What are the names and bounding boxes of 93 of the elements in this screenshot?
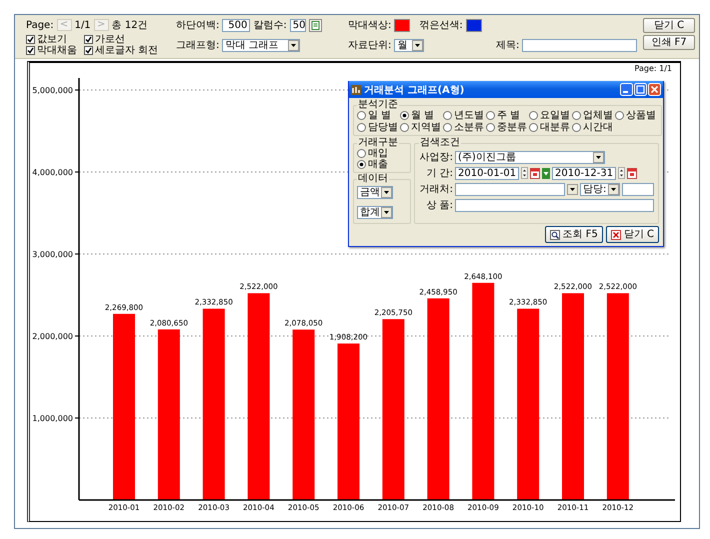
column-count-field[interactable]: 50 bbox=[290, 18, 306, 32]
title-field[interactable] bbox=[522, 38, 637, 52]
maximize-icon[interactable] bbox=[634, 83, 647, 96]
group-legend: 검색조건 bbox=[419, 138, 461, 148]
bottom-margin-field[interactable]: 500 bbox=[222, 18, 250, 32]
field-label: 거래처: bbox=[419, 183, 453, 196]
radio-label: 매출 bbox=[368, 159, 388, 170]
checkbox[interactable] bbox=[84, 35, 93, 44]
axis-tick-label: 1,000,000 bbox=[32, 414, 73, 423]
spinner-icon[interactable] bbox=[618, 167, 625, 179]
dropdown[interactable]: 막대 그래프 bbox=[222, 38, 300, 52]
page-label: Page: bbox=[26, 20, 54, 30]
close-icon bbox=[610, 230, 621, 240]
radio-label: 시간대 bbox=[583, 122, 613, 133]
graph-type-label: 그래프형: bbox=[176, 39, 220, 52]
radio-button[interactable] bbox=[615, 111, 624, 120]
radio-label: 업체별 bbox=[583, 110, 613, 121]
radio-button[interactable] bbox=[400, 123, 409, 132]
radio-label: 상품별 bbox=[626, 110, 656, 121]
total-count: 총 12건 bbox=[112, 19, 148, 32]
radio-label: 중분류 bbox=[497, 122, 527, 133]
axis-tick-label: 2,000,000 bbox=[32, 332, 73, 341]
group-legend: 거래구분 bbox=[357, 138, 399, 148]
dropdown[interactable]: (주)이진그룹 bbox=[455, 150, 605, 164]
radio-button[interactable] bbox=[572, 111, 581, 120]
product-field[interactable] bbox=[455, 198, 654, 212]
search-icon bbox=[550, 230, 560, 240]
radio-label: 담당별 bbox=[368, 122, 398, 133]
calendar-icon[interactable] bbox=[530, 168, 540, 178]
field-label: 사업장: bbox=[419, 151, 453, 164]
radio-label: 일 별 bbox=[368, 110, 392, 121]
title-label: 제목: bbox=[496, 39, 520, 52]
radio-button[interactable] bbox=[443, 123, 452, 132]
radio-button[interactable] bbox=[357, 111, 366, 120]
checkbox[interactable] bbox=[26, 35, 35, 44]
checkbox-label: 세로글자 회전 bbox=[95, 45, 158, 56]
radio-label: 월 별 bbox=[411, 110, 434, 121]
axis-tick-label: 5,000,000 bbox=[32, 86, 73, 95]
group-legend: 분석기준 bbox=[357, 100, 399, 110]
radio-label: 대분류 bbox=[540, 122, 570, 133]
radio-label: 소분류 bbox=[454, 122, 484, 133]
radio-label: 요일별 bbox=[540, 110, 570, 121]
radio-button[interactable] bbox=[529, 123, 538, 132]
bottom-margin-label: 하단여백: bbox=[176, 19, 220, 32]
page-indicator: 1/1 bbox=[74, 20, 91, 30]
field-label: 상 품: bbox=[425, 199, 453, 212]
close-button[interactable]: 닫기 C bbox=[606, 226, 659, 243]
radio-label: 주 별 bbox=[497, 110, 520, 121]
radio-label: 지역별 bbox=[411, 122, 441, 133]
dialog-title: 거래분석 그래프(A형) bbox=[364, 84, 464, 96]
radio-label: 매입 bbox=[368, 148, 388, 159]
radio-button[interactable] bbox=[443, 111, 452, 120]
dropdown[interactable]: 월 bbox=[394, 38, 424, 52]
date-field[interactable]: 2010-01-01 bbox=[455, 166, 519, 180]
color-swatch[interactable] bbox=[394, 18, 410, 32]
axis-tick-label: 3,000,000 bbox=[32, 250, 73, 259]
dropdown[interactable]: 합계 bbox=[357, 206, 393, 219]
data-unit-label: 자료단위: bbox=[348, 39, 392, 52]
date-field[interactable]: 2010-12-31 bbox=[552, 166, 616, 180]
axis-tick-label: 4,000,000 bbox=[32, 168, 73, 177]
color-label: 꺾은선색: bbox=[419, 19, 463, 32]
manager-field[interactable] bbox=[622, 182, 654, 196]
page-indicator: Page: 1/1 bbox=[634, 64, 672, 73]
checkbox-label: 막대채움 bbox=[37, 45, 77, 56]
close-button[interactable]: 닫기 C bbox=[643, 18, 695, 33]
color-label: 막대색상: bbox=[348, 19, 392, 32]
radio-button[interactable] bbox=[572, 123, 581, 132]
checkbox[interactable] bbox=[84, 46, 93, 55]
radio-button[interactable] bbox=[529, 111, 538, 120]
app-icon bbox=[351, 84, 361, 94]
spinner-icon[interactable] bbox=[521, 167, 528, 179]
minimize-icon[interactable] bbox=[620, 83, 633, 96]
radio-button[interactable] bbox=[357, 123, 366, 132]
radio-button[interactable] bbox=[357, 149, 366, 158]
color-swatch[interactable] bbox=[466, 18, 482, 32]
column-count-label: 칼럼수: bbox=[253, 19, 287, 32]
calendar-icon[interactable] bbox=[627, 168, 637, 178]
radio-button[interactable] bbox=[486, 111, 495, 120]
radio-label: 년도별 bbox=[454, 110, 484, 121]
dropdown[interactable]: 담당: bbox=[580, 182, 620, 196]
checkbox-label: 값보기 bbox=[37, 34, 67, 45]
checkbox-label: 가로선 bbox=[95, 34, 125, 45]
print-button[interactable]: 인쇄 F7 bbox=[643, 35, 695, 50]
radio-button[interactable] bbox=[486, 123, 495, 132]
field-label: 기 간: bbox=[425, 167, 453, 180]
dropdown[interactable]: 금액 bbox=[357, 186, 393, 199]
client-field[interactable] bbox=[455, 182, 565, 196]
close-icon[interactable] bbox=[648, 83, 661, 96]
group-legend: 데이터 bbox=[357, 174, 389, 184]
radio-button[interactable] bbox=[357, 160, 366, 169]
checkbox[interactable] bbox=[26, 46, 35, 55]
search-button[interactable]: 조회 F5 bbox=[544, 226, 603, 243]
radio-button[interactable] bbox=[400, 111, 409, 120]
